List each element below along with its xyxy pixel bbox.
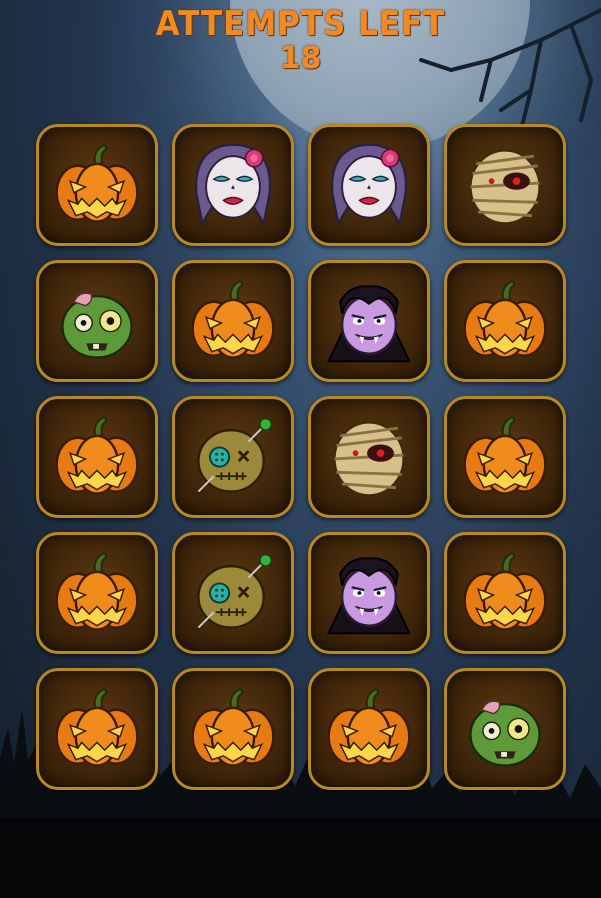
memory-card[interactable] bbox=[172, 396, 294, 518]
card-grid bbox=[36, 124, 566, 790]
memory-card[interactable] bbox=[36, 124, 158, 246]
pumpkin-icon bbox=[463, 415, 547, 495]
memory-card[interactable] bbox=[36, 396, 158, 518]
pumpkin-icon bbox=[191, 279, 275, 359]
voodoo-doll-icon bbox=[197, 417, 273, 493]
mummy-icon bbox=[469, 149, 541, 225]
memory-card[interactable] bbox=[444, 532, 566, 654]
memory-card[interactable] bbox=[308, 668, 430, 790]
zombie-icon bbox=[469, 700, 541, 767]
attempts-left-label: ATTEMPTS LEFT bbox=[155, 4, 446, 44]
header: ATTEMPTS LEFT 18 bbox=[0, 4, 601, 76]
memory-card[interactable] bbox=[444, 396, 566, 518]
sugar-skull-girl-icon bbox=[194, 143, 272, 227]
vampire-icon bbox=[327, 285, 411, 363]
pumpkin-icon bbox=[463, 551, 547, 631]
pumpkin-icon bbox=[191, 687, 275, 767]
memory-card[interactable] bbox=[308, 396, 430, 518]
sugar-skull-girl-icon bbox=[330, 143, 408, 227]
attempts-left-count: 18 bbox=[279, 41, 322, 76]
pumpkin-icon bbox=[55, 143, 139, 223]
memory-card[interactable] bbox=[444, 260, 566, 382]
memory-card[interactable] bbox=[444, 124, 566, 246]
memory-card[interactable] bbox=[172, 532, 294, 654]
memory-card[interactable] bbox=[308, 260, 430, 382]
memory-card[interactable] bbox=[308, 124, 430, 246]
pumpkin-icon bbox=[327, 687, 411, 767]
memory-card[interactable] bbox=[172, 124, 294, 246]
memory-card[interactable] bbox=[308, 532, 430, 654]
memory-card[interactable] bbox=[172, 260, 294, 382]
memory-card[interactable] bbox=[36, 668, 158, 790]
pumpkin-icon bbox=[463, 279, 547, 359]
voodoo-doll-icon bbox=[197, 553, 273, 629]
pumpkin-icon bbox=[55, 687, 139, 767]
mummy-icon bbox=[333, 421, 405, 497]
pumpkin-icon bbox=[55, 551, 139, 631]
vampire-icon bbox=[327, 557, 411, 635]
memory-card[interactable] bbox=[172, 668, 294, 790]
pumpkin-icon bbox=[55, 415, 139, 495]
memory-card[interactable] bbox=[36, 260, 158, 382]
zombie-icon bbox=[61, 292, 133, 359]
memory-card[interactable] bbox=[444, 668, 566, 790]
memory-card[interactable] bbox=[36, 532, 158, 654]
